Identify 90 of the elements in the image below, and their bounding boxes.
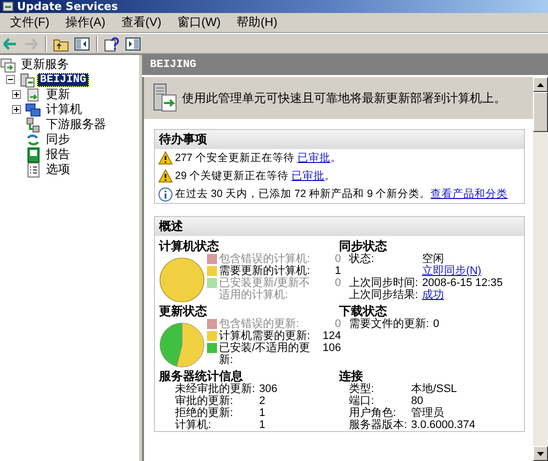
menu-item[interactable]: 查看(V) xyxy=(113,14,170,32)
legend-value: 0 xyxy=(334,277,341,289)
status-link[interactable]: 立即同步(N) xyxy=(422,265,482,277)
panel-icon xyxy=(74,36,90,52)
panel-button[interactable] xyxy=(124,34,142,52)
field-label: 需要文件的更新: xyxy=(349,318,430,330)
warning-icon xyxy=(158,151,173,165)
legend-label: 包含错误的计算机: xyxy=(219,253,312,265)
field-label: 端口: xyxy=(349,395,376,407)
field-label: 用户角色: xyxy=(349,407,398,419)
todo-text: 在过去 30 天内，已添加 72 种新产品和 9 个新分类。查看产品和分类 xyxy=(175,187,508,201)
legend-value: 124 xyxy=(322,330,341,342)
report-icon xyxy=(25,146,41,162)
field-value: 1 xyxy=(259,419,266,431)
menu-item[interactable]: 帮助(H) xyxy=(228,14,286,32)
section-title: 下载状态 xyxy=(339,304,388,318)
intro-text: 使用此管理单元可快速且可靠地将最新更新部署到计算机上。 xyxy=(182,90,506,106)
help-icon xyxy=(104,36,120,52)
scroll-down-button[interactable] xyxy=(533,446,548,461)
field-value: 空闲 xyxy=(422,253,444,265)
sync-icon xyxy=(25,132,41,148)
expand-toggle[interactable] xyxy=(12,90,21,99)
field-label: 类型: xyxy=(349,383,376,395)
forward-icon xyxy=(23,36,39,52)
legend-label: 已安装/不适用的更新: xyxy=(219,342,312,366)
field-label: 拒绝的更新: xyxy=(175,407,234,419)
panel-title: 待办事项 xyxy=(155,130,524,149)
field-label: 上次同步结果: xyxy=(349,289,418,301)
field-value: 本地/SSL xyxy=(411,383,457,395)
field-value: 3.0.6000.374 xyxy=(411,419,476,431)
menu-item[interactable]: 操作(A) xyxy=(57,14,114,32)
section-title: 服务器统计信息 xyxy=(159,369,243,383)
server-icon xyxy=(152,83,178,113)
field-value: 0 xyxy=(433,318,440,330)
field-value: 2008-6-15 12:35 xyxy=(422,277,503,289)
field-value: 2 xyxy=(259,395,266,407)
server-icon xyxy=(19,72,35,88)
scroll-up-button[interactable] xyxy=(533,77,548,92)
panel-button[interactable] xyxy=(73,34,91,52)
field-value: 管理员 xyxy=(411,407,444,419)
warning-icon xyxy=(158,169,173,183)
legend-value: 1 xyxy=(334,265,341,277)
computers-icon xyxy=(25,102,41,118)
collapse-toggle[interactable] xyxy=(6,75,15,84)
field-label: 审批的更新: xyxy=(175,395,234,407)
legend-value: 0 xyxy=(334,253,341,265)
todo-text: 277 个安全更新正在等待 已审批。 xyxy=(175,151,342,165)
todo-link[interactable]: 查看产品和分类 xyxy=(430,188,508,200)
field-value: 1 xyxy=(259,407,266,419)
field-value: 306 xyxy=(259,383,278,395)
pie-chart xyxy=(159,322,205,368)
field-label: 服务器版本: xyxy=(349,419,408,431)
todo-text: 29 个关键更新正在等待 已审批。 xyxy=(175,169,336,183)
down-arrow-icon xyxy=(537,452,544,456)
back-icon xyxy=(2,36,18,52)
window-title: Update Services xyxy=(17,0,118,13)
panel-title: 概述 xyxy=(155,217,524,236)
tree-item[interactable]: BEIJING xyxy=(37,72,90,86)
legend-label: 需要更新的计算机: xyxy=(219,265,312,277)
legend-value: 0 xyxy=(334,318,341,330)
legend-value: 106 xyxy=(322,342,341,354)
menu-item[interactable]: 窗口(W) xyxy=(169,14,229,32)
legend-label: 计算机需要的更新: xyxy=(219,330,312,342)
scrollbar-thumb[interactable] xyxy=(533,92,548,132)
section-title: 计算机状态 xyxy=(159,239,219,253)
panel-icon xyxy=(125,36,141,52)
field-label: 未经审批的更新: xyxy=(175,383,256,395)
help-button[interactable] xyxy=(103,34,121,52)
section-title: 连接 xyxy=(339,369,364,383)
section-title: 同步状态 xyxy=(339,239,388,253)
todo-link[interactable]: 已审批 xyxy=(297,152,330,164)
up-arrow-icon xyxy=(537,82,544,86)
expand-toggle[interactable] xyxy=(12,105,21,114)
info-icon xyxy=(158,186,173,202)
legend-label: 已安装更新/更新不适用的计算机: xyxy=(219,277,312,301)
field-label: 计算机: xyxy=(175,419,212,431)
menu-item[interactable]: 文件(F) xyxy=(2,14,58,32)
update-icon xyxy=(25,86,41,102)
field-label: 上次同步时间: xyxy=(349,277,418,289)
section-title: 更新状态 xyxy=(159,304,208,318)
todo-link[interactable]: 已审批 xyxy=(292,170,325,182)
pie-chart xyxy=(159,257,205,303)
app-icon xyxy=(2,1,14,12)
legend-label: 包含错误的更新: xyxy=(219,318,300,330)
field-value: 80 xyxy=(411,395,424,407)
status-link[interactable]: 成功 xyxy=(422,289,444,301)
field-label: 状态: xyxy=(349,253,376,265)
tree-item[interactable]: 更新服务 xyxy=(18,55,72,74)
list-icon xyxy=(25,162,41,178)
server-tree-icon xyxy=(25,116,41,132)
